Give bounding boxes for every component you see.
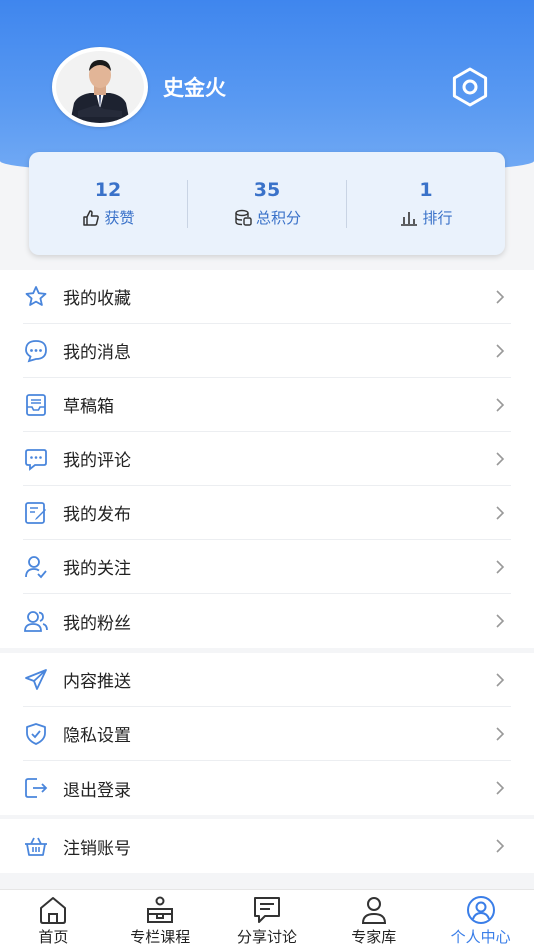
tab-label: 首页	[38, 928, 69, 946]
course-icon	[147, 896, 174, 923]
menu-item-delete-account[interactable]: 注销账号	[23, 819, 511, 873]
menu-item-drafts[interactable]: 草稿箱	[23, 378, 511, 432]
tab-label: 专栏课程	[130, 928, 191, 946]
logout-icon	[25, 778, 48, 798]
menu-label: 注销账号	[63, 838, 131, 859]
menu-item-privacy[interactable]: 隐私设置	[23, 707, 511, 761]
tab-home[interactable]: 首页	[0, 890, 107, 950]
chevron-right-icon	[496, 451, 505, 466]
chevron-right-icon	[496, 289, 505, 304]
stat-points[interactable]: 35 总积分	[188, 179, 346, 228]
menu-label: 我的收藏	[63, 289, 131, 309]
stat-label: 排行	[422, 209, 453, 227]
menu-label: 我的粉丝	[63, 613, 131, 634]
fans-icon	[24, 611, 48, 632]
settings-button[interactable]	[449, 66, 491, 108]
menu-label: 我的发布	[63, 505, 131, 525]
gear-icon	[452, 67, 488, 107]
stats-card: 12 获赞 35 总积分 1 排行	[29, 152, 505, 255]
menu-label: 草稿箱	[63, 397, 114, 417]
tab-user-center[interactable]: 个人中心	[427, 890, 534, 950]
menu-item-logout[interactable]: 退出登录	[23, 761, 511, 815]
tab-label: 个人中心	[450, 928, 511, 946]
menu-group-account: 注销账号	[0, 819, 534, 873]
username: 史金火	[163, 76, 226, 100]
tab-experts[interactable]: 专家库	[320, 890, 427, 950]
stat-label: 获赞	[104, 209, 135, 227]
stat-value: 1	[419, 179, 433, 201]
bar-chart-icon	[401, 211, 418, 226]
stat-likes[interactable]: 12 获赞	[29, 179, 187, 228]
chevron-right-icon	[496, 781, 505, 795]
stat-value: 35	[253, 179, 281, 201]
menu-item-publish[interactable]: 我的发布	[23, 486, 511, 540]
follow-icon	[25, 555, 47, 578]
home-icon	[40, 897, 67, 924]
menu-item-messages[interactable]: 我的消息	[23, 324, 511, 378]
menu-item-comments[interactable]: 我的评论	[23, 432, 511, 486]
chevron-right-icon	[496, 505, 505, 520]
chevron-right-icon	[496, 397, 505, 412]
message-icon	[25, 339, 47, 362]
stat-rank[interactable]: 1 排行	[347, 179, 505, 228]
tab-discussion[interactable]: 分享讨论	[214, 890, 321, 950]
menu-item-push[interactable]: 内容推送	[23, 653, 511, 707]
user-center-icon	[466, 896, 495, 924]
chevron-right-icon	[496, 839, 505, 853]
avatar[interactable]	[52, 47, 148, 127]
comment-icon	[25, 448, 47, 471]
basket-icon	[25, 837, 47, 856]
menu-item-following[interactable]: 我的关注	[23, 540, 511, 594]
chevron-right-icon	[496, 726, 505, 741]
coins-icon	[235, 209, 252, 226]
menu-group-personal: 我的收藏 我的消息 草稿箱 我的评论 我的发布 我的关注 我的粉丝	[0, 270, 534, 648]
inbox-icon	[26, 393, 46, 416]
chevron-right-icon	[496, 559, 505, 574]
menu-item-favorites[interactable]: 我的收藏	[23, 270, 511, 324]
edit-icon	[25, 501, 46, 524]
send-icon	[25, 668, 47, 690]
stat-value: 12	[94, 179, 122, 201]
chevron-right-icon	[496, 614, 505, 628]
chevron-right-icon	[496, 343, 505, 358]
expert-icon	[361, 897, 386, 924]
menu-label: 内容推送	[63, 672, 131, 692]
tab-label: 专家库	[351, 928, 397, 946]
menu-item-fans[interactable]: 我的粉丝	[23, 594, 511, 648]
menu-label: 退出登录	[63, 780, 131, 801]
tab-courses[interactable]: 专栏课程	[107, 890, 214, 950]
menu-label: 我的关注	[63, 559, 131, 579]
tab-label: 分享讨论	[236, 928, 297, 946]
star-icon	[25, 285, 47, 306]
menu-label: 隐私设置	[63, 726, 131, 746]
chevron-right-icon	[496, 672, 505, 687]
menu-group-settings: 内容推送 隐私设置 退出登录	[0, 653, 534, 815]
stat-label: 总积分	[255, 209, 301, 227]
menu-label: 我的评论	[63, 451, 131, 471]
shield-icon	[26, 722, 46, 745]
discussion-icon	[253, 897, 280, 923]
bottom-tab-bar: 首页 专栏课程 分享讨论 专家库 个人中心	[0, 889, 534, 950]
menu-label: 我的消息	[63, 343, 131, 363]
thumbs-up-icon	[83, 209, 100, 226]
